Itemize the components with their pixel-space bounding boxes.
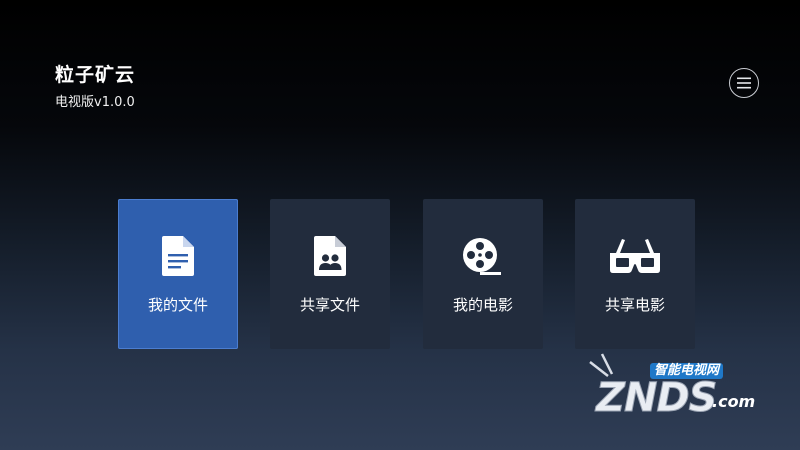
tile-my-files[interactable]: 我的文件 <box>118 199 238 349</box>
vr-glasses-icon <box>610 239 660 273</box>
menu-icon <box>737 77 751 89</box>
main-tiles: 我的文件 共享文件 我的电影 共享电影 <box>118 199 695 349</box>
app-version: 电视版v1.0.0 <box>55 95 135 110</box>
app-title: 粒子矿云 <box>55 64 136 86</box>
film-reel-icon <box>463 238 501 275</box>
shared-file-icon <box>314 236 346 276</box>
tile-my-movies[interactable]: 我的电影 <box>423 199 543 349</box>
tile-label: 我的文件 <box>147 296 208 314</box>
watermark-domain: .com <box>712 392 756 411</box>
watermark-logo-text: ZNDS <box>596 375 718 421</box>
tile-shared-movies[interactable]: 共享电影 <box>575 199 695 349</box>
tile-label: 共享电影 <box>604 296 665 314</box>
app-header: 粒子矿云 电视版v1.0.0 <box>55 62 135 112</box>
menu-button[interactable] <box>729 68 759 98</box>
document-icon <box>162 236 194 276</box>
znds-watermark: 智能电视网 ZNDS .com <box>588 352 778 422</box>
tile-shared-files[interactable]: 共享文件 <box>270 199 390 349</box>
tile-label: 共享文件 <box>299 296 360 314</box>
tile-label: 我的电影 <box>452 296 513 314</box>
